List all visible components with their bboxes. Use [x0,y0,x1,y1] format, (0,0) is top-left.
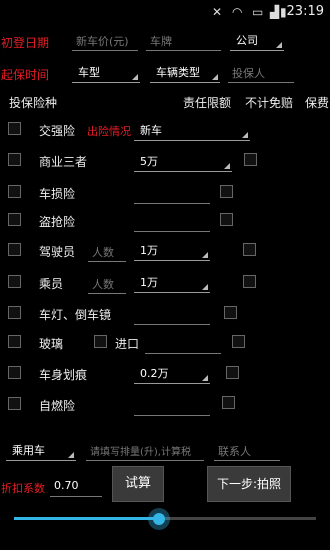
dropdown-icon [202,375,208,381]
column-header-type: 投保险种 [9,96,58,110]
dqx-label: 盗抢险 [39,215,76,229]
ck-no-deductible-checkbox[interactable] [243,275,256,288]
dropdown-icon [242,132,248,138]
bl-no-deductible-checkbox[interactable] [232,335,245,348]
zr-checkbox[interactable] [8,397,21,410]
dropdown-icon [202,252,208,258]
discount-slider[interactable] [14,508,316,530]
szx-no-deductible-checkbox[interactable] [244,153,257,166]
zr-no-deductible-checkbox[interactable] [222,396,235,409]
plate-input[interactable]: 车牌 [146,30,221,51]
dqx-no-deductible-checkbox[interactable] [220,213,233,226]
dropdown-icon [212,74,218,80]
wifi-icon: ◠ [232,5,243,19]
clock: 23:19 [286,4,324,19]
cd-limit-input[interactable] [134,304,210,325]
insured-input[interactable]: 投保人 [228,62,294,83]
jsy-limit-select[interactable]: 1万 [134,240,210,261]
battery-saver-icon: ▭ [252,5,264,19]
jqx-claim-select[interactable]: 新车 [134,120,250,141]
cd-checkbox[interactable] [8,306,21,319]
ck-checkbox[interactable] [8,275,21,288]
discount-input[interactable]: 0.70 [50,476,102,497]
car-usage-select[interactable]: 乘用车 [6,440,76,461]
column-header-premium: 保费 [305,96,330,110]
start-time-label: 起保时间 [1,68,50,82]
first-registration-label: 初登日期 [1,36,50,50]
company-select[interactable]: 公司 [230,30,284,51]
vehicle-type-select[interactable]: 车辆类型 [150,62,220,83]
bl-import-label: 进口 [115,337,140,351]
csx-limit-input[interactable] [134,183,210,204]
displacement-input[interactable]: 请填写排量(升),计算税 [86,440,204,461]
jsy-label: 驾驶员 [39,245,76,259]
column-header-limit: 责任限额 [183,96,232,110]
szx-limit-select[interactable]: 5万 [134,151,232,172]
cd-label: 车灯、倒车镜 [39,308,112,322]
dropdown-icon [224,163,230,169]
bl-limit-input[interactable] [145,333,221,354]
jsy-no-deductible-checkbox[interactable] [243,243,256,256]
contact-input[interactable]: 联系人 [214,440,280,461]
claim-status-label: 出险情况 [87,125,131,138]
dropdown-icon [276,42,282,48]
car-model-select[interactable]: 车型 [72,62,140,83]
szx-checkbox[interactable] [8,153,21,166]
signal-icon: ▟ [270,5,280,19]
cs-limit-select[interactable]: 0.2万 [134,363,210,384]
slider-fill [14,517,159,520]
zr-limit-input[interactable] [134,395,210,416]
new-price-input[interactable]: 新车价(元) [72,30,138,51]
bl-label: 玻璃 [39,337,64,351]
status-bar: ✕ ◠ ▭ ▟ ▮ 23:19 [0,0,330,24]
ck-limit-select[interactable]: 1万 [134,272,210,293]
calculate-button[interactable]: 试算 [112,466,164,502]
zr-label: 自燃险 [39,399,76,413]
bl-checkbox[interactable] [8,335,21,348]
column-header-no-deductible: 不计免赔 [245,96,294,110]
csx-checkbox[interactable] [8,185,21,198]
bl-import-checkbox[interactable] [94,335,107,348]
csx-label: 车损险 [39,187,76,201]
ck-label: 乘员 [39,277,64,291]
mute-icon: ✕ [212,5,223,19]
next-photo-button[interactable]: 下一步:拍照 [207,466,291,502]
jsy-count-input[interactable]: 人数 [88,241,126,262]
csx-no-deductible-checkbox[interactable] [220,185,233,198]
dropdown-icon [132,74,138,80]
cs-label: 车身划痕 [39,368,88,382]
jqx-label: 交强险 [39,124,76,138]
cs-no-deductible-checkbox[interactable] [226,366,239,379]
dqx-checkbox[interactable] [8,213,21,226]
slider-thumb[interactable] [148,508,170,530]
discount-label: 折扣系数 [1,482,45,495]
jsy-checkbox[interactable] [8,243,21,256]
cd-no-deductible-checkbox[interactable] [224,306,237,319]
dropdown-icon [68,452,74,458]
dqx-limit-input[interactable] [134,211,210,232]
cs-checkbox[interactable] [8,366,21,379]
jqx-checkbox[interactable] [8,122,21,135]
ck-count-input[interactable]: 人数 [88,273,126,294]
dropdown-icon [202,284,208,290]
szx-label: 商业三者 [39,155,88,169]
